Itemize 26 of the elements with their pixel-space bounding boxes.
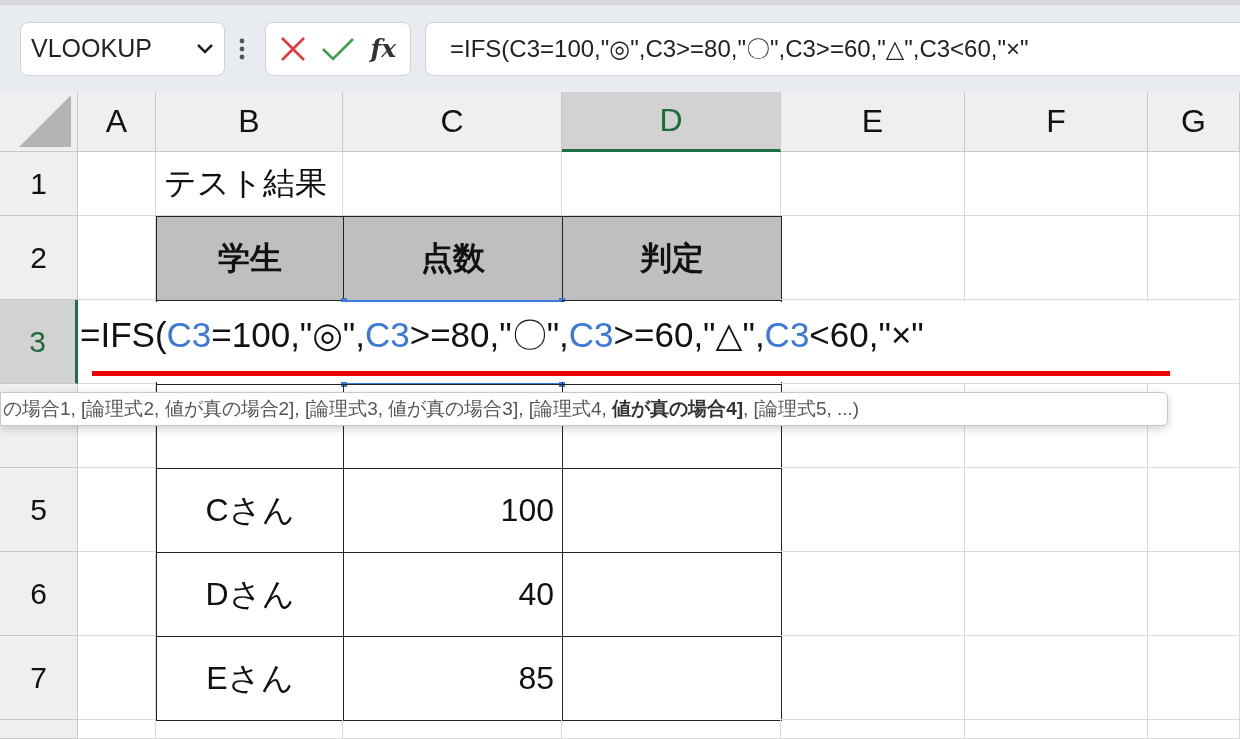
column-header[interactable]: B: [156, 92, 343, 152]
row-header[interactable]: 5: [0, 468, 78, 552]
cancel-icon[interactable]: [279, 35, 306, 62]
insert-function-button[interactable]: fx: [370, 34, 397, 63]
formula-bar[interactable]: =IFS(C3=100,"◎",C3>=80,"〇",C3>=60,"△",C3<60,"×": [425, 21, 1240, 76]
column-header[interactable]: A: [78, 92, 156, 152]
column-header[interactable]: G: [1148, 92, 1240, 152]
more-options-icon[interactable]: [239, 37, 245, 60]
function-tooltip: の場合1, [論理式2, 値が真の場合2], [論理式3, 値が真の場合3], [論理式4, 値が真の場合4], [論理式5, ...): [0, 392, 1168, 426]
row-header[interactable]: 2: [0, 216, 78, 300]
header-cell: 判定: [562, 216, 782, 301]
column-header[interactable]: C: [343, 92, 562, 152]
row-header[interactable]: 1: [0, 152, 78, 216]
row-header[interactable]: 3: [0, 300, 78, 384]
column-header[interactable]: D: [562, 92, 781, 152]
table-cell: Eさん: [156, 636, 344, 721]
row-header[interactable]: 7: [0, 636, 78, 720]
header-cell: 学生: [156, 216, 344, 301]
column-header[interactable]: E: [781, 92, 965, 152]
chevron-down-icon: [196, 42, 214, 55]
name-box[interactable]: VLOOKUP: [20, 21, 225, 76]
triangle-icon: [19, 95, 73, 147]
column-header[interactable]: F: [965, 92, 1148, 152]
header-cell: 点数: [343, 216, 563, 301]
row-header[interactable]: 6: [0, 552, 78, 636]
check-icon[interactable]: [321, 36, 356, 61]
